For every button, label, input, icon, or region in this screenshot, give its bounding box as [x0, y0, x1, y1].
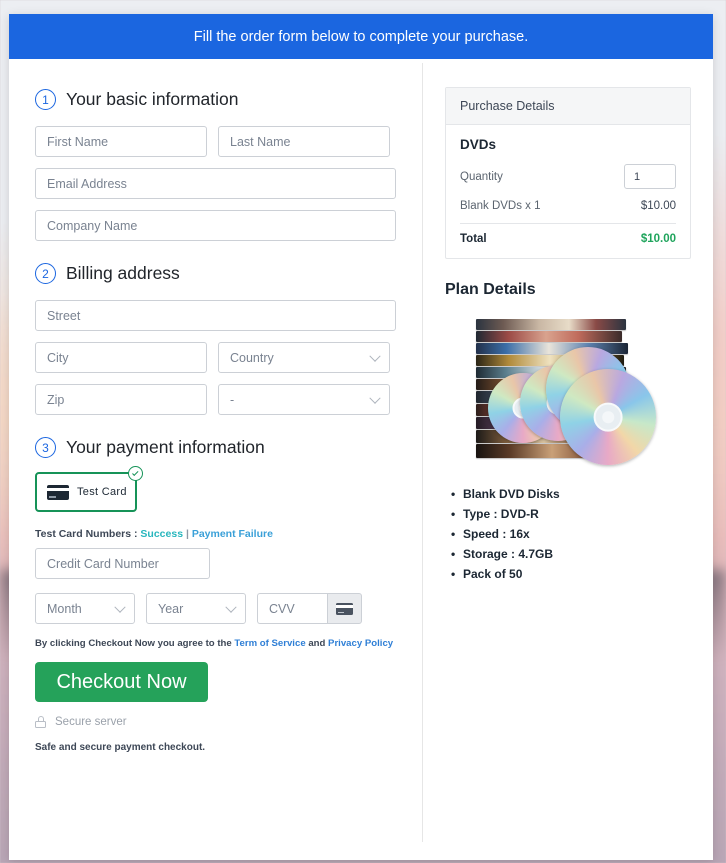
dvd-product-image	[468, 313, 668, 473]
company-name-input[interactable]: Company Name	[35, 210, 396, 241]
email-input[interactable]: Email Address	[35, 168, 396, 199]
section-title-payment: Your payment information	[66, 437, 265, 457]
section-basic-information: 1 Your basic information	[35, 89, 396, 110]
chevron-down-icon	[369, 350, 381, 362]
expiry-cvv-row: Month Year CVV	[35, 593, 396, 624]
company-row: Company Name	[35, 210, 396, 241]
section-title-billing: Billing address	[66, 263, 180, 283]
zip-input[interactable]: Zip	[35, 384, 207, 415]
product-title: DVDs	[460, 137, 497, 152]
checkout-now-button[interactable]: Checkout Now	[35, 662, 208, 702]
checkout-card: Fill the order form below to complete yo…	[9, 14, 713, 860]
list-item: Speed : 16x	[451, 527, 691, 541]
list-item: Storage : 4.7GB	[451, 547, 691, 561]
city-input[interactable]: City	[35, 342, 207, 373]
total-row: Total $10.00	[460, 233, 676, 245]
secure-server-note: Secure server	[35, 716, 396, 728]
expiry-month-select[interactable]: Month	[35, 593, 135, 624]
street-input[interactable]: Street	[35, 300, 396, 331]
cvv-card-icon-button[interactable]	[327, 593, 362, 624]
street-row: Street	[35, 300, 396, 331]
section-number-badge-1: 1	[35, 89, 56, 110]
cvv-group: CVV	[257, 593, 362, 624]
total-divider	[460, 223, 676, 224]
first-name-input[interactable]: First Name	[35, 126, 207, 157]
purchase-details-body: DVDs Quantity 1 Blank DVDs x 1 $10.00 To…	[446, 125, 690, 258]
link-separator: |	[183, 528, 192, 540]
total-value: $10.00	[640, 233, 676, 245]
quantity-row: Quantity 1	[460, 164, 676, 189]
total-label: Total	[460, 233, 487, 245]
list-item: Blank DVD Disks	[451, 487, 691, 501]
safe-checkout-note: Safe and secure payment checkout.	[35, 742, 206, 753]
country-select-value: Country	[230, 350, 274, 365]
privacy-policy-link[interactable]: Privacy Policy	[328, 638, 393, 649]
credit-card-icon	[47, 484, 69, 500]
state-select-value: -	[230, 392, 235, 407]
city-country-row: City Country	[35, 342, 396, 373]
section-title-basic: Your basic information	[66, 89, 239, 109]
section-number-badge-2: 2	[35, 263, 56, 284]
chevron-down-icon	[369, 392, 381, 404]
test-card-option[interactable]: Test Card	[35, 466, 143, 512]
terms-middle: and	[305, 638, 329, 649]
card-body: 1 Your basic information First Name Last…	[9, 59, 713, 860]
credit-card-icon	[336, 602, 353, 615]
section-number-badge-3: 3	[35, 437, 56, 458]
email-row: Email Address	[35, 168, 396, 199]
selected-check-icon	[128, 466, 143, 481]
line-item-value: $10.00	[640, 200, 676, 212]
test-card-label: Test Card	[77, 486, 127, 498]
name-row: First Name Last Name	[35, 126, 396, 157]
test-failure-link[interactable]: Payment Failure	[192, 528, 273, 540]
test-card-numbers-label: Test Card Numbers :	[35, 528, 141, 540]
terms-agreement-text: By clicking Checkout Now you agree to th…	[35, 638, 396, 649]
term-of-service-link[interactable]: Term of Service	[234, 638, 305, 649]
chevron-down-icon	[225, 601, 237, 613]
line-item-label: Blank DVDs x 1	[460, 200, 541, 212]
expiry-month-value: Month	[47, 601, 82, 616]
list-item: Type : DVD-R	[451, 507, 691, 521]
order-form-column: 1 Your basic information First Name Last…	[9, 59, 422, 860]
section-payment-information: 3 Your payment information	[35, 437, 396, 458]
expiry-year-select[interactable]: Year	[146, 593, 246, 624]
banner-text: Fill the order form below to complete yo…	[193, 28, 529, 45]
cvv-input[interactable]: CVV	[257, 593, 327, 624]
plan-details-title: Plan Details	[445, 281, 536, 298]
test-card-numbers-line: Test Card Numbers : Success | Payment Fa…	[35, 528, 396, 540]
secure-server-label: Secure server	[55, 716, 127, 728]
state-select[interactable]: -	[218, 384, 390, 415]
quantity-label: Quantity	[460, 170, 503, 183]
section-billing-address: 2 Billing address	[35, 263, 396, 284]
plan-feature-list: Blank DVD Disks Type : DVD-R Speed : 16x…	[445, 487, 691, 581]
credit-card-number-input[interactable]: Credit Card Number	[35, 548, 210, 579]
chevron-down-icon	[114, 601, 126, 613]
purchase-details-panel: Purchase Details DVDs Quantity 1 Blank D…	[445, 87, 691, 259]
quantity-input[interactable]: 1	[624, 164, 676, 189]
lock-icon	[35, 716, 46, 728]
summary-column: Purchase Details DVDs Quantity 1 Blank D…	[423, 59, 713, 860]
country-select[interactable]: Country	[218, 342, 390, 373]
zip-state-row: Zip -	[35, 384, 396, 415]
test-success-link[interactable]: Success	[140, 528, 183, 540]
line-item-row: Blank DVDs x 1 $10.00	[460, 200, 676, 212]
purchase-details-header: Purchase Details	[446, 88, 690, 125]
banner-bar: Fill the order form below to complete yo…	[9, 14, 713, 59]
expiry-year-value: Year	[158, 601, 184, 616]
terms-prefix: By clicking Checkout Now you agree to th…	[35, 638, 235, 649]
last-name-input[interactable]: Last Name	[218, 126, 390, 157]
list-item: Pack of 50	[451, 567, 691, 581]
